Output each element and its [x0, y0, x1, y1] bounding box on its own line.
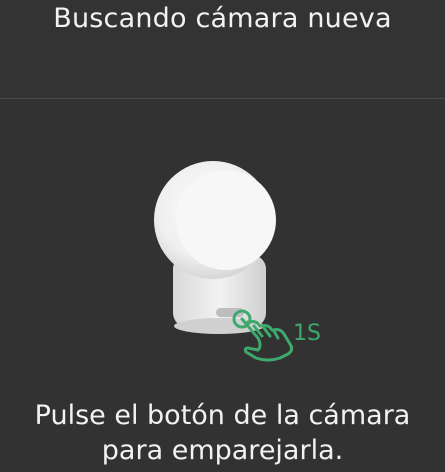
instruction-line-2: para emparejarla.: [101, 435, 344, 466]
page-title: Buscando cámara nueva: [53, 3, 392, 34]
instruction-line-1: Pulse el botón de la cámara: [34, 400, 411, 431]
camera-pairing-illustration: 1S: [140, 160, 340, 362]
hand-press-icon: [232, 309, 294, 362]
header: Buscando cámara nueva: [0, 0, 445, 98]
header-divider: [0, 98, 445, 99]
hold-time-label: 1S: [293, 321, 321, 346]
pairing-screen: Buscando cámara nueva 1S Pulse el botón …: [0, 0, 445, 472]
instruction-text: Pulse el botón de la cámara para emparej…: [0, 398, 445, 468]
